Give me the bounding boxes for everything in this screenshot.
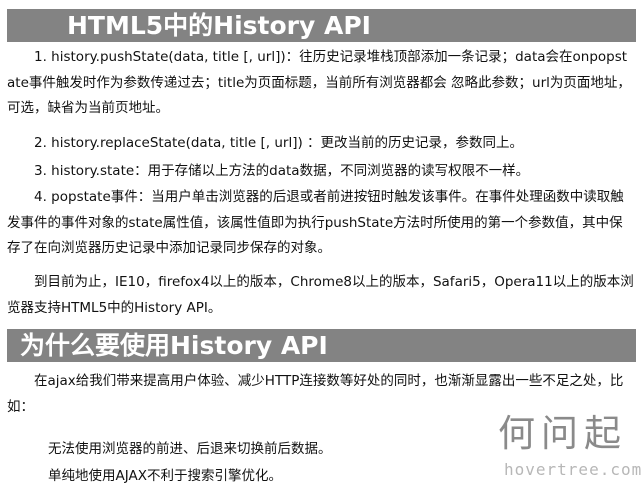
method-popstate: 4. popstate事件：当用户单击浏览器的后退或者前进按钮时触发该事件。在事… <box>7 189 624 256</box>
watermark-domain: hovertree.com <box>504 460 643 479</box>
method-replace-state: 2. history.replaceState(data, title [, u… <box>34 135 524 151</box>
browser-support-paragraph: 到目前为止，IE10，firefox4以上的版本，Chrome8以上的版本，Sa… <box>7 274 634 316</box>
list-item: 无法使用浏览器的前进、后退来切换前后数据。 <box>48 441 332 457</box>
watermark: 何问起 hovertree.com <box>498 403 641 491</box>
watermark-chinese: 何问起 <box>498 412 627 455</box>
list-item: 单纯地使用AJAX不利于搜索引擎优化。 <box>48 468 282 484</box>
method-push-state: 1. history.pushState(data, title [, url]… <box>7 49 631 116</box>
page-title: HTML5中的History API <box>7 9 636 42</box>
section-title: 为什么要使用History API <box>7 329 636 362</box>
method-state: 3. history.state：用于存储以上方法的data数据，不同浏览器的读… <box>34 163 530 179</box>
